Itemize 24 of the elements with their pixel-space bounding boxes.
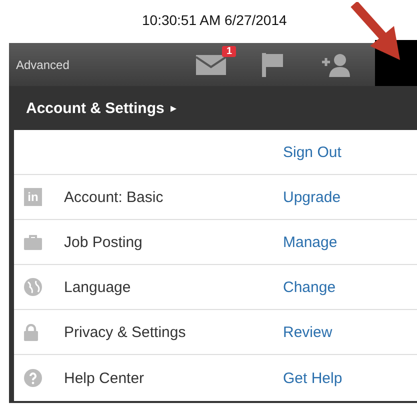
flag-icon[interactable]	[262, 52, 284, 76]
lock-icon	[24, 324, 38, 340]
action-link[interactable]: Review	[283, 324, 417, 340]
menu-title[interactable]: Account & Settings	[26, 100, 164, 116]
menu-item-label[interactable]: Job Posting	[64, 234, 283, 250]
add-person-icon[interactable]	[320, 52, 350, 76]
advanced-label[interactable]: Advanced	[9, 58, 196, 72]
notification-badge: 1	[222, 46, 236, 56]
action-link[interactable]: Get Help	[283, 370, 417, 386]
help-icon	[24, 369, 42, 387]
menu-item-label[interactable]: Language	[64, 278, 283, 296]
mail-icon[interactable]	[196, 54, 226, 74]
timestamp: 10:30:51 AM 6/27/2014	[142, 12, 287, 29]
action-link[interactable]: Upgrade	[283, 188, 417, 206]
menu-item-label[interactable]: Privacy & Settings	[64, 324, 283, 340]
menu-item-label[interactable]: Account: Basic	[64, 188, 283, 206]
briefcase-icon	[24, 234, 42, 250]
menu-item-label[interactable]: Help Center	[64, 370, 283, 386]
linkedin-icon: in	[24, 188, 42, 206]
action-link[interactable]: Manage	[283, 234, 417, 250]
sign-out-link[interactable]: Sign Out	[283, 144, 417, 160]
action-link[interactable]: Change	[283, 278, 417, 296]
globe-icon	[24, 278, 42, 296]
caret-icon: ▸	[170, 101, 176, 115]
